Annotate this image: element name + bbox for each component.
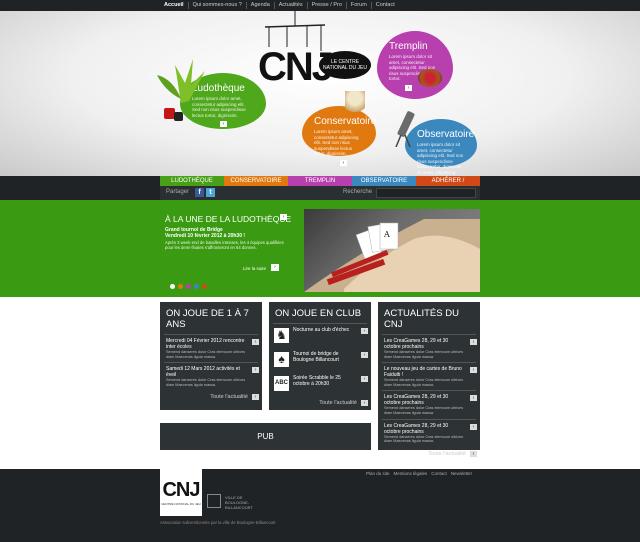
topnav-presse[interactable]: Presse / Pro <box>308 2 347 9</box>
all-news-link[interactable]: Toute l'actualité › <box>269 396 371 410</box>
slider-dot[interactable] <box>170 284 175 289</box>
column-news: ACTUALITÉS DU CNJ Les CreaGames 28, 29 e… <box>378 302 480 457</box>
tremplin-title: Tremplin <box>389 41 428 52</box>
roulette-icon <box>418 69 442 87</box>
column-club: ON JOUE EN CLUB ♞ Nocturne au club d'éch… <box>269 302 371 410</box>
arrow-right-icon[interactable]: › <box>361 352 368 358</box>
arrow-right-icon[interactable]: › <box>252 367 259 374</box>
list-item[interactable]: Les CreaGames 28, 29 et 30 octobre proch… <box>378 420 480 447</box>
slider-dot[interactable] <box>178 284 183 289</box>
column-title: ON JOUE EN CLUB <box>275 308 362 319</box>
column-kids: ON JOUE DE 1 À 7 ANS Mercredi 04 Février… <box>160 302 262 410</box>
hero-banner: CNJ LE CENTRE NATIONAL DU JEU Ludothèque… <box>0 11 640 180</box>
search-input[interactable] <box>376 188 476 198</box>
footer-note: Association subventionnée par la ville d… <box>160 520 276 525</box>
feature-image[interactable]: A <box>304 209 480 292</box>
footer-logo-subtitle: CENTRE NATIONAL DU JEU <box>161 502 201 506</box>
ad-banner[interactable]: PUB <box>160 423 371 450</box>
list-item[interactable]: ♠ Tournoi de bridge de Boulogne Billanco… <box>269 348 371 372</box>
column-title: ACTUALITÉS DU CNJ <box>384 308 459 330</box>
feature-date: Vendredi 10 février 2012 à 20h30 ! <box>165 233 246 239</box>
footer-link-sitemap[interactable]: Plan du site <box>366 471 390 476</box>
arrow-right-icon[interactable]: › <box>405 84 412 91</box>
arrow-right-icon[interactable]: › <box>470 339 477 345</box>
list-item[interactable]: ABC Soirée Scrabble le 25 octobre à 20h3… <box>269 372 371 396</box>
feature-title: À LA UNE DE LA LUDOTHÈQUE <box>165 214 292 224</box>
share-label: Partager <box>166 189 190 195</box>
mainnav-tremplin[interactable]: TREMPLIN <box>288 176 352 186</box>
cnj-logo-subtitle: LE CENTRE NATIONAL DU JEU <box>319 51 371 79</box>
topnav-agenda[interactable]: Agenda <box>247 2 275 9</box>
topnav-forum[interactable]: Forum <box>347 2 372 9</box>
mainnav-adherer[interactable]: ADHÉRER / SOUTENIR <box>416 176 480 194</box>
list-item[interactable]: ♞ Nocturne au club d'échec › <box>269 324 371 348</box>
figurine-icon <box>345 91 365 115</box>
footer-cnj-logo: CNJ <box>162 479 200 501</box>
feature-text: Après 3 week-end de batailles intenses, … <box>165 240 284 250</box>
telescope-icon <box>395 111 415 147</box>
all-news-link[interactable]: Toute l'actualité › <box>378 447 480 461</box>
twitter-icon[interactable]: t <box>206 188 215 197</box>
feature-section: À LA UNE DE LA LUDOTHÈQUE › Grand tourno… <box>0 200 640 297</box>
arrow-right-icon[interactable]: › <box>280 214 287 220</box>
arrow-right-icon[interactable]: › <box>361 376 368 382</box>
read-more-link[interactable]: Lire la suite <box>243 266 266 271</box>
playing-cards-illustration: A <box>304 219 480 292</box>
footer-link-newsletter[interactable]: Newsletter <box>451 471 472 476</box>
conservatoire-title: Conservatoire <box>314 116 377 127</box>
arrow-right-icon[interactable]: › <box>340 159 347 166</box>
list-item[interactable]: Mercredi 04 Février 2012 rencontre inter… <box>160 335 262 362</box>
topnav-qui-sommes-nous[interactable]: Qui sommes-nous ? <box>189 2 247 9</box>
share-bar: Partager f t Recherche <box>160 186 480 200</box>
conservatoire-text: Lorem ipsum amet, consectetur adipiscing… <box>314 129 359 156</box>
chess-knight-icon: ♞ <box>274 328 289 343</box>
footer-links: Plan du site Mentions légales Contact Ne… <box>366 471 472 476</box>
city-label: VILLE DE BOULOGNE-BILLANCOURT <box>225 495 253 510</box>
column-title: ON JOUE DE 1 À 7 ANS <box>166 308 249 330</box>
list-item[interactable]: Le nouveau jeu de cartes de Bruno Faidut… <box>378 363 480 390</box>
list-item[interactable]: Samedi 12 Mars 2012 activités et éveil S… <box>160 363 262 390</box>
mainnav-ludotheque[interactable]: LUDOTHÈQUE <box>160 176 224 186</box>
arrow-right-icon[interactable]: › <box>470 450 477 457</box>
footer-link-legal[interactable]: Mentions légales <box>394 471 428 476</box>
leaf-icon <box>157 59 205 103</box>
arrow-right-icon[interactable]: › <box>361 328 368 334</box>
top-nav: Accueil Qui sommes-nous ? Agenda Actuali… <box>0 0 640 11</box>
all-news-link[interactable]: Toute l'actualité › <box>160 390 262 404</box>
footer-logo-box[interactable]: CNJ CENTRE NATIONAL DU JEU <box>160 469 202 516</box>
svg-text:A: A <box>383 230 390 239</box>
list-item[interactable]: Les CreaGames 28, 29 et 30 octobre proch… <box>378 391 480 418</box>
main-nav: LUDOTHÈQUE CONSERVATOIRE TREMPLIN OBSERV… <box>160 176 480 194</box>
tremplin-bubble[interactable]: Tremplin Lorem ipsum dolor sit amet, con… <box>377 31 453 99</box>
observatoire-text: Lorem ipsum dolor sit amet, consectetur … <box>417 142 464 180</box>
city-crest-icon <box>207 494 221 508</box>
facebook-icon[interactable]: f <box>195 188 204 197</box>
slider-dot[interactable] <box>194 284 199 289</box>
arrow-right-icon[interactable]: › <box>470 423 477 430</box>
scrabble-tiles-icon: ABC <box>274 376 289 391</box>
arrow-right-icon[interactable]: › <box>271 264 279 271</box>
topnav-accueil[interactable]: Accueil <box>160 2 189 9</box>
slider-dots <box>170 284 207 289</box>
list-item[interactable]: Les CreaGames 28, 29 et 30 octobre proch… <box>378 335 480 362</box>
mainnav-observatoire[interactable]: OBSERVATOIRE <box>352 176 416 186</box>
card-spade-icon: ♠ <box>274 352 289 367</box>
topnav-contact[interactable]: Contact <box>372 2 399 9</box>
arrow-right-icon[interactable]: › <box>361 400 368 406</box>
arrow-right-icon[interactable]: › <box>470 367 477 374</box>
footer: Plan du site Mentions légales Contact Ne… <box>0 469 640 542</box>
footer-link-contact[interactable]: Contact <box>431 471 447 476</box>
arrow-right-icon[interactable]: › <box>252 394 259 401</box>
arrow-right-icon[interactable]: › <box>220 121 227 127</box>
arrow-right-icon[interactable]: › <box>252 339 259 345</box>
slider-dot[interactable] <box>202 284 207 289</box>
observatoire-title: Observatoire <box>417 129 475 140</box>
dice-icon <box>174 112 183 121</box>
slider-dot[interactable] <box>186 284 191 289</box>
mainnav-conservatoire[interactable]: CONSERVATOIRE <box>224 176 288 186</box>
topnav-actualites[interactable]: Actualités <box>275 2 308 9</box>
arrow-right-icon[interactable]: › <box>470 395 477 402</box>
search-label: Recherche <box>343 189 373 195</box>
